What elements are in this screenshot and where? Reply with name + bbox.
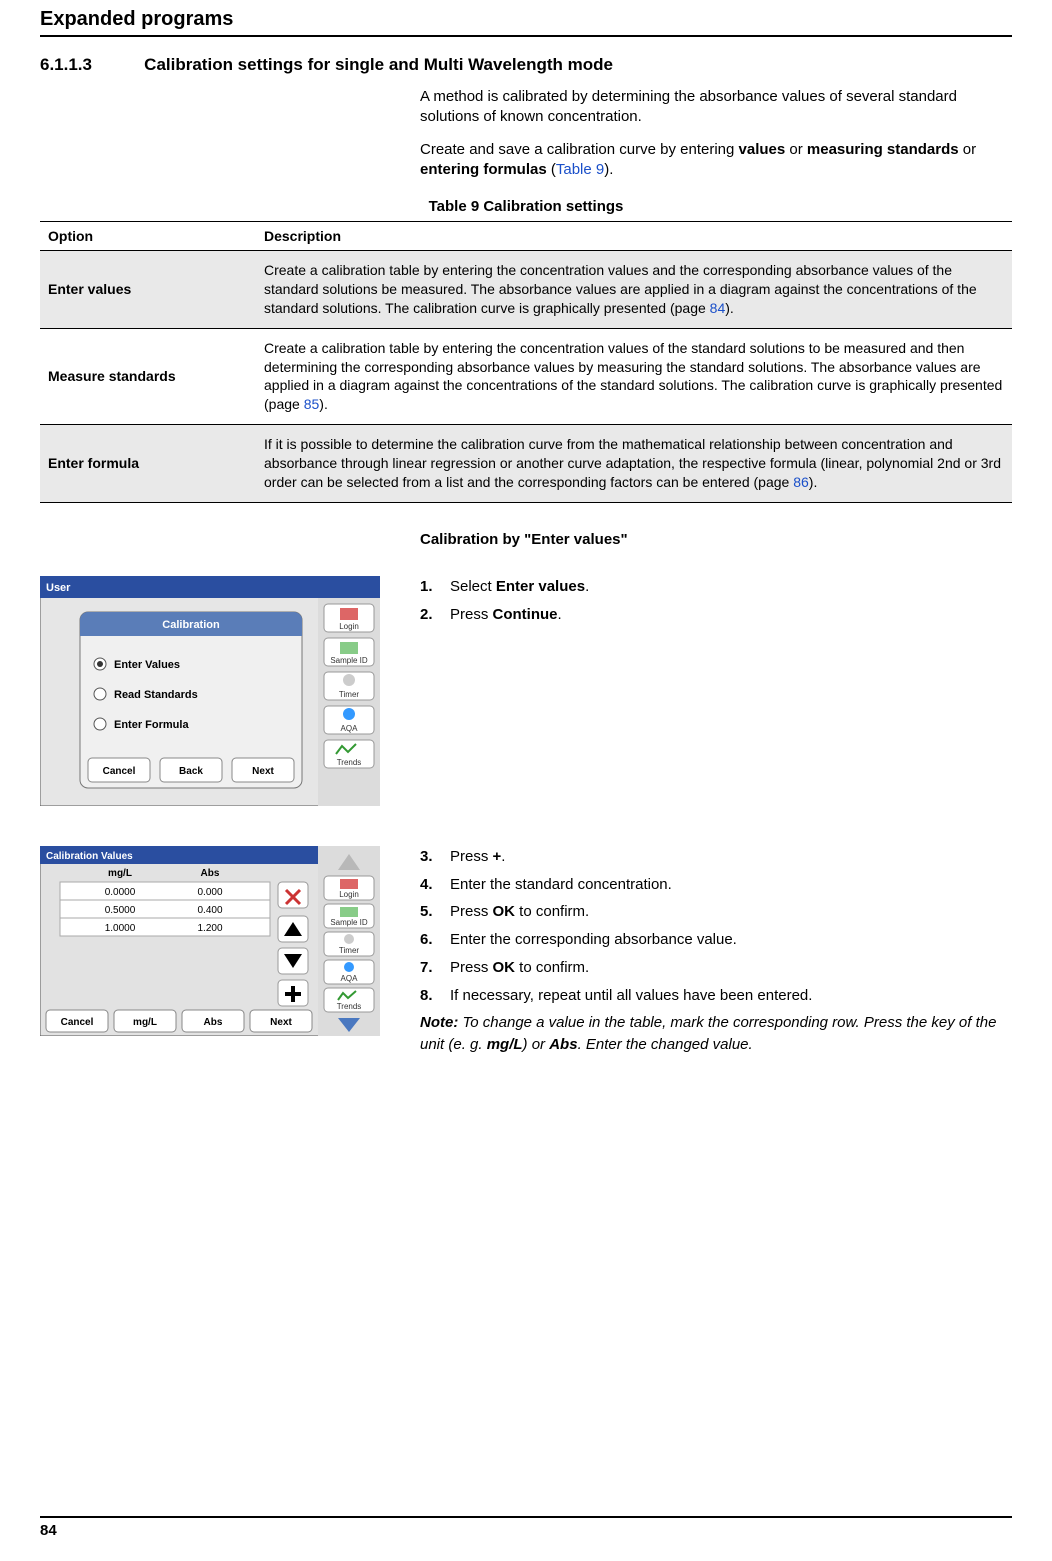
svg-text:1.0000: 1.0000 bbox=[105, 923, 136, 934]
section-number: 6.1.1.3 bbox=[40, 55, 140, 75]
page-link-86[interactable]: 86 bbox=[793, 474, 809, 490]
svg-text:Enter Formula: Enter Formula bbox=[114, 719, 189, 731]
svg-text:AQA: AQA bbox=[341, 724, 359, 733]
svg-text:Next: Next bbox=[252, 766, 274, 777]
desc-cell: Create a calibration table by entering t… bbox=[256, 328, 1012, 425]
step-8: 8.If necessary, repeat until all values … bbox=[420, 985, 1012, 1007]
svg-text:Back: Back bbox=[179, 766, 203, 777]
desc-cell: If it is possible to determine the calib… bbox=[256, 425, 1012, 503]
step-3: 3.Press +. bbox=[420, 846, 1012, 868]
header-rule bbox=[40, 35, 1012, 37]
svg-text:Login: Login bbox=[339, 890, 359, 899]
svg-text:Cancel: Cancel bbox=[61, 1017, 94, 1028]
table-9-link[interactable]: Table 9 bbox=[556, 161, 604, 178]
svg-text:Trends: Trends bbox=[337, 758, 362, 767]
step-4: 4.Enter the standard concentration. bbox=[420, 874, 1012, 896]
footer: 84 bbox=[40, 1516, 1012, 1539]
note: Note: To change a value in the table, ma… bbox=[420, 1012, 1012, 1056]
intro-para-1: A method is calibrated by determining th… bbox=[420, 87, 1002, 128]
step-1: 1.Select Enter values. bbox=[420, 576, 1012, 598]
svg-text:Login: Login bbox=[339, 622, 359, 631]
steps-1: 1.Select Enter values. 2.Press Continue. bbox=[420, 576, 1012, 632]
svg-text:0.000: 0.000 bbox=[197, 887, 222, 898]
svg-text:Read Standards: Read Standards bbox=[114, 689, 198, 701]
svg-text:Cancel: Cancel bbox=[103, 766, 136, 777]
step-7: 7.Press OK to confirm. bbox=[420, 957, 1012, 979]
svg-text:Abs: Abs bbox=[204, 1017, 223, 1028]
svg-text:mg/L: mg/L bbox=[108, 868, 132, 879]
svg-text:1.200: 1.200 bbox=[197, 923, 222, 934]
table-row: Enter values Create a calibration table … bbox=[40, 251, 1012, 329]
th-option: Option bbox=[40, 222, 256, 251]
subsection-heading: Calibration by "Enter values" bbox=[420, 531, 1012, 548]
page-link-85[interactable]: 85 bbox=[304, 396, 320, 412]
table-row: Measure standards Create a calibration t… bbox=[40, 328, 1012, 425]
option-cell: Measure standards bbox=[40, 328, 256, 425]
footer-rule bbox=[40, 1516, 1012, 1518]
svg-text:Calibration: Calibration bbox=[162, 619, 220, 631]
th-description: Description bbox=[256, 222, 1012, 251]
svg-text:0.5000: 0.5000 bbox=[105, 905, 136, 916]
section-title: Calibration settings for single and Mult… bbox=[144, 55, 613, 75]
svg-text:mg/L: mg/L bbox=[133, 1017, 157, 1028]
svg-text:User: User bbox=[46, 582, 71, 594]
svg-text:Enter Values: Enter Values bbox=[114, 659, 180, 671]
svg-text:Timer: Timer bbox=[339, 946, 359, 955]
section-heading: 6.1.1.3 Calibration settings for single … bbox=[40, 55, 1012, 75]
svg-text:0.0000: 0.0000 bbox=[105, 887, 136, 898]
svg-text:Timer: Timer bbox=[339, 690, 359, 699]
svg-text:Trends: Trends bbox=[337, 1002, 362, 1011]
intro-para-2: Create and save a calibration curve by e… bbox=[420, 140, 1002, 181]
table-caption: Table 9 Calibration settings bbox=[40, 198, 1012, 215]
steps-2: 3.Press +. 4.Enter the standard concentr… bbox=[420, 846, 1012, 1056]
running-header: Expanded programs bbox=[40, 0, 1012, 35]
svg-text:Calibration Values: Calibration Values bbox=[46, 851, 133, 862]
option-cell: Enter values bbox=[40, 251, 256, 329]
svg-text:AQA: AQA bbox=[341, 974, 359, 983]
screenshot-calibration-values: Calibration Values Login Sample ID Timer… bbox=[40, 846, 380, 1036]
step-2: 2.Press Continue. bbox=[420, 604, 1012, 626]
svg-text:Sample ID: Sample ID bbox=[330, 918, 368, 927]
table-row: Enter formula If it is possible to deter… bbox=[40, 425, 1012, 503]
desc-cell: Create a calibration table by entering t… bbox=[256, 251, 1012, 329]
option-cell: Enter formula bbox=[40, 425, 256, 503]
calibration-settings-table: Option Description Enter values Create a… bbox=[40, 221, 1012, 503]
svg-text:Next: Next bbox=[270, 1017, 292, 1028]
svg-text:Sample ID: Sample ID bbox=[330, 656, 368, 665]
intro-block: A method is calibrated by determining th… bbox=[420, 87, 1002, 180]
step-6: 6.Enter the corresponding absorbance val… bbox=[420, 929, 1012, 951]
screenshot-calibration-dialog: User Login Sample ID Timer AQA bbox=[40, 576, 380, 806]
step-5: 5.Press OK to confirm. bbox=[420, 901, 1012, 923]
page-link-84[interactable]: 84 bbox=[710, 300, 726, 316]
page-number: 84 bbox=[40, 1522, 1012, 1539]
svg-text:Abs: Abs bbox=[201, 868, 220, 879]
svg-text:0.400: 0.400 bbox=[197, 905, 222, 916]
